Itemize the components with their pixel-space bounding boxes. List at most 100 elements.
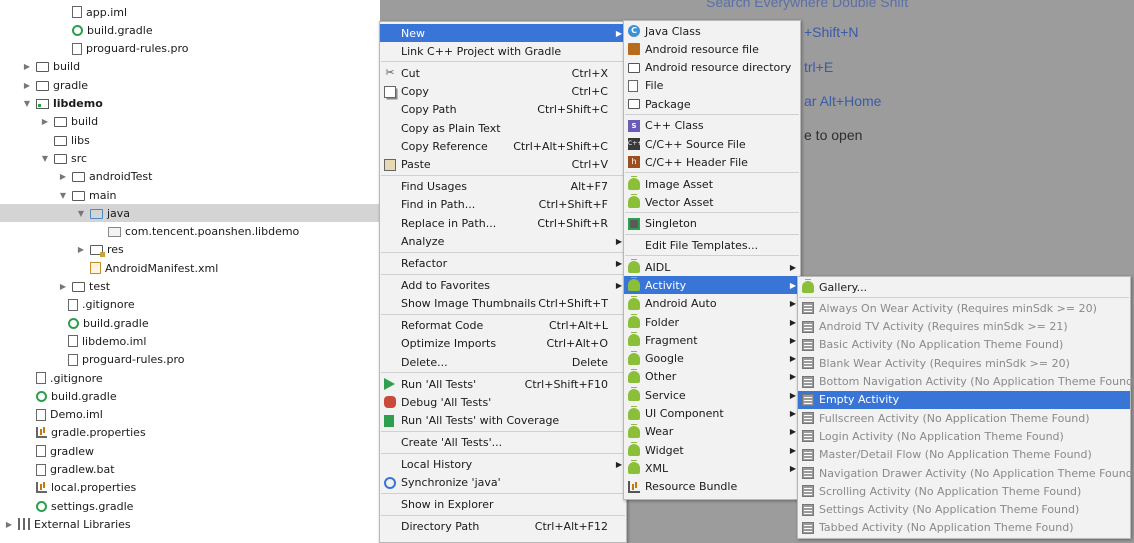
tree-item-test[interactable]: ▶ test (0, 278, 380, 296)
menu-item-copy-reference[interactable]: Copy Reference Ctrl+Alt+Shift+C (380, 137, 626, 155)
menu-item-c-c-header-file[interactable]: h C/C++ Header File (624, 153, 800, 171)
menu-item-find-in-path[interactable]: Find in Path... Ctrl+Shift+F (380, 196, 626, 214)
collapsed-arrow-icon[interactable]: ▶ (22, 62, 32, 71)
menu-item-add-to-favorites[interactable]: Add to Favorites ▶ (380, 276, 626, 294)
tree-item-local-properties[interactable]: local.properties (0, 479, 380, 497)
menu-item-ui-component[interactable]: UI Component ▶ (624, 405, 800, 423)
menu-item-find-usages[interactable]: Find Usages Alt+F7 (380, 178, 626, 196)
tree-item-main[interactable]: ▼ main (0, 186, 380, 204)
tree-item-com-tencent-poanshen-libdemo[interactable]: com.tencent.poanshen.libdemo (0, 223, 380, 241)
menu-item-local-history[interactable]: Local History ▶ (380, 455, 626, 473)
expanded-arrow-icon[interactable]: ▼ (40, 154, 50, 163)
expanded-arrow-icon[interactable]: ▼ (22, 99, 32, 108)
tree-item-build-gradle[interactable]: build.gradle (0, 314, 380, 332)
tree-item-label: libs (71, 133, 90, 147)
tree-item-src[interactable]: ▼ src (0, 149, 380, 167)
menu-item-link-c-project-with-gradle[interactable]: Link C++ Project with Gradle (380, 42, 626, 60)
tree-item-gradle-properties[interactable]: gradle.properties (0, 424, 380, 442)
menu-item-replace-in-path[interactable]: Replace in Path... Ctrl+Shift+R (380, 214, 626, 232)
tree-item-external-libraries[interactable]: ▶ External Libraries (0, 515, 380, 533)
tree-item-demo-iml[interactable]: Demo.iml (0, 406, 380, 424)
tree-item-java[interactable]: ▼ java (0, 204, 380, 223)
tree-item-settings-gradle[interactable]: settings.gradle (0, 497, 380, 515)
tree-item-libdemo-iml[interactable]: libdemo.iml (0, 332, 380, 350)
menu-item-refactor[interactable]: Refactor ▶ (380, 254, 626, 272)
menu-item-reformat-code[interactable]: Reformat Code Ctrl+Alt+L (380, 317, 626, 335)
tree-item-build[interactable]: ▶ build (0, 58, 380, 76)
menu-item-edit-file-templates[interactable]: Edit File Templates... (624, 237, 800, 255)
menu-item-cut[interactable]: ✂ Cut Ctrl+X (380, 64, 626, 82)
expanded-arrow-icon[interactable]: ▼ (76, 209, 86, 218)
menu-item-shortcut: Ctrl+V (571, 158, 608, 172)
menu-item-android-resource-file[interactable]: Android resource file (624, 40, 800, 58)
menu-item-image-asset[interactable]: Image Asset (624, 175, 800, 193)
menu-item-fragment[interactable]: Fragment ▶ (624, 331, 800, 349)
menu-item-c-c-source-file[interactable]: C++ C/C++ Source File (624, 135, 800, 153)
collapsed-arrow-icon[interactable]: ▶ (58, 282, 68, 291)
tree-item-build-gradle[interactable]: build.gradle (0, 21, 380, 39)
menu-item-android-auto[interactable]: Android Auto ▶ (624, 295, 800, 313)
menu-item-empty-activity[interactable]: Empty Activity (798, 390, 1130, 409)
expanded-arrow-icon[interactable]: ▼ (58, 191, 68, 200)
menu-item-copy-path[interactable]: Copy Path Ctrl+Shift+C (380, 101, 626, 119)
collapsed-arrow-icon[interactable]: ▶ (40, 117, 50, 126)
menu-item-package[interactable]: Package (624, 95, 800, 113)
menu-item-create-all-tests[interactable]: Create 'All Tests'... (380, 434, 626, 452)
file-icon (36, 372, 46, 384)
menu-item-activity[interactable]: Activity ▶ (624, 276, 800, 295)
menu-item-wear[interactable]: Wear ▶ (624, 423, 800, 441)
tree-item-androidtest[interactable]: ▶ androidTest (0, 168, 380, 186)
tree-item-app-iml[interactable]: app.iml (0, 3, 380, 21)
tree-item-gradle[interactable]: ▶ gradle (0, 76, 380, 94)
tree-item-gradlew[interactable]: gradlew (0, 442, 380, 460)
tree-item-gitignore[interactable]: .gitignore (0, 369, 380, 387)
menu-item-vector-asset[interactable]: Vector Asset (624, 193, 800, 211)
tree-item-proguard-rules-pro[interactable]: proguard-rules.pro (0, 351, 380, 369)
menu-item-c-class[interactable]: S C++ Class (624, 117, 800, 135)
tree-item-res[interactable]: ▶ res (0, 241, 380, 259)
menu-item-google[interactable]: Google ▶ (624, 350, 800, 368)
collapsed-arrow-icon[interactable]: ▶ (22, 81, 32, 90)
menu-item-file[interactable]: File (624, 77, 800, 95)
menu-item-other[interactable]: Other ▶ (624, 368, 800, 386)
menu-item-copy[interactable]: Copy Ctrl+C (380, 83, 626, 101)
tree-item-build-gradle[interactable]: build.gradle (0, 387, 380, 405)
menu-item-aidl[interactable]: AIDL ▶ (624, 258, 800, 276)
menu-item-gallery[interactable]: Gallery... (798, 278, 1130, 296)
menu-item-singleton[interactable]: Singleton (624, 215, 800, 233)
tree-item-libs[interactable]: libs (0, 131, 380, 149)
src-folder-icon (90, 208, 103, 219)
menu-item-java-class[interactable]: C Java Class (624, 22, 800, 40)
menu-item-paste[interactable]: Paste Ctrl+V (380, 156, 626, 174)
tree-item-gitignore[interactable]: .gitignore (0, 296, 380, 314)
menu-item-new[interactable]: New ▶ (380, 24, 626, 42)
menu-item-label: Paste (401, 158, 431, 172)
menu-item-service[interactable]: Service ▶ (624, 386, 800, 404)
menu-item-copy-as-plain-text[interactable]: Copy as Plain Text (380, 119, 626, 137)
menu-item-delete[interactable]: Delete... Delete (380, 353, 626, 371)
menu-item-show-in-explorer[interactable]: Show in Explorer (380, 496, 626, 514)
menu-item-resource-bundle[interactable]: Resource Bundle (624, 478, 800, 496)
menu-item-synchronize-java[interactable]: Synchronize 'java' (380, 474, 626, 492)
menu-item-debug-all-tests[interactable]: Debug 'All Tests' (380, 393, 626, 411)
menu-item-analyze[interactable]: Analyze ▶ (380, 233, 626, 251)
tree-item-libdemo[interactable]: ▼ libdemo (0, 95, 380, 113)
menu-item-folder[interactable]: Folder ▶ (624, 313, 800, 331)
collapsed-arrow-icon[interactable]: ▶ (76, 245, 86, 254)
tree-item-androidmanifest-xml[interactable]: AndroidManifest.xml (0, 259, 380, 277)
tree-item-gradlew-bat[interactable]: gradlew.bat (0, 461, 380, 479)
menu-item-directory-path[interactable]: Directory Path Ctrl+Alt+F12 (380, 518, 626, 536)
tree-item-proguard-rules-pro[interactable]: proguard-rules.pro (0, 40, 380, 58)
menu-item-optimize-imports[interactable]: Optimize Imports Ctrl+Alt+O (380, 335, 626, 353)
file-icon (72, 42, 82, 55)
cut-icon: ✂ (385, 66, 395, 80)
collapsed-arrow-icon[interactable]: ▶ (58, 172, 68, 181)
menu-item-run-all-tests[interactable]: Run 'All Tests' Ctrl+Shift+F10 (380, 375, 626, 393)
collapsed-arrow-icon[interactable]: ▶ (4, 520, 14, 529)
menu-item-android-resource-directory[interactable]: Android resource directory (624, 59, 800, 77)
tree-item-build[interactable]: ▶ build (0, 113, 380, 131)
menu-item-widget[interactable]: Widget ▶ (624, 441, 800, 459)
menu-item-show-image-thumbnails[interactable]: Show Image Thumbnails Ctrl+Shift+T (380, 295, 626, 313)
menu-item-xml[interactable]: XML ▶ (624, 459, 800, 477)
menu-item-run-all-tests-with-coverage[interactable]: Run 'All Tests' with Coverage (380, 412, 626, 430)
